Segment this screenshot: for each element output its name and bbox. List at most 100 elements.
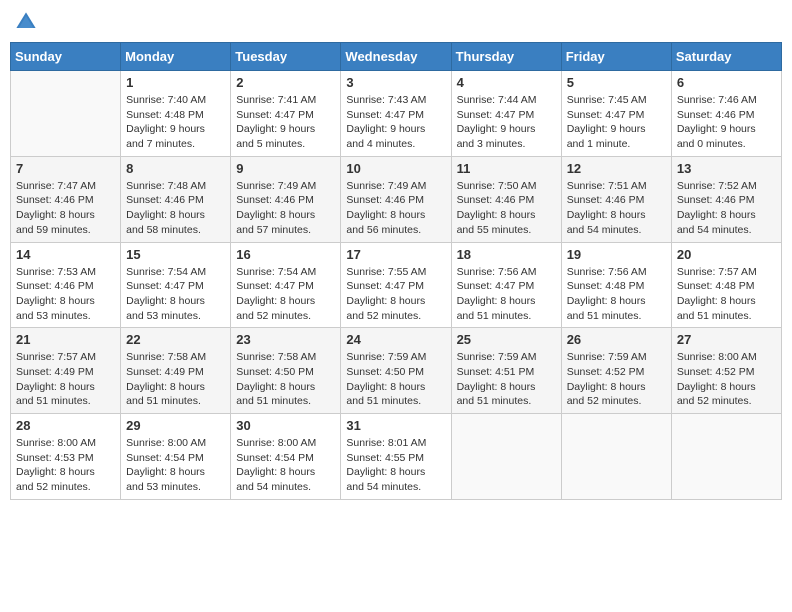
- day-number: 9: [236, 161, 335, 176]
- day-number: 4: [457, 75, 556, 90]
- cell-content: Sunrise: 7:53 AM Sunset: 4:46 PM Dayligh…: [16, 265, 115, 324]
- calendar-cell: 14 Sunrise: 7:53 AM Sunset: 4:46 PM Dayli…: [11, 242, 121, 328]
- weekday-header-monday: Monday: [121, 43, 231, 71]
- weekday-header-thursday: Thursday: [451, 43, 561, 71]
- calendar-cell: 15 Sunrise: 7:54 AM Sunset: 4:47 PM Dayli…: [121, 242, 231, 328]
- calendar-cell: 25 Sunrise: 7:59 AM Sunset: 4:51 PM Dayli…: [451, 328, 561, 414]
- weekday-header-row: SundayMondayTuesdayWednesdayThursdayFrid…: [11, 43, 782, 71]
- cell-content: Sunrise: 7:59 AM Sunset: 4:51 PM Dayligh…: [457, 350, 556, 409]
- weekday-header-tuesday: Tuesday: [231, 43, 341, 71]
- calendar-cell: [451, 414, 561, 500]
- calendar-cell: [671, 414, 781, 500]
- day-number: 26: [567, 332, 666, 347]
- day-number: 3: [346, 75, 445, 90]
- day-number: 7: [16, 161, 115, 176]
- cell-content: Sunrise: 7:52 AM Sunset: 4:46 PM Dayligh…: [677, 179, 776, 238]
- day-number: 30: [236, 418, 335, 433]
- day-number: 29: [126, 418, 225, 433]
- cell-content: Sunrise: 7:58 AM Sunset: 4:50 PM Dayligh…: [236, 350, 335, 409]
- cell-content: Sunrise: 7:47 AM Sunset: 4:46 PM Dayligh…: [16, 179, 115, 238]
- cell-content: Sunrise: 7:49 AM Sunset: 4:46 PM Dayligh…: [236, 179, 335, 238]
- day-number: 19: [567, 247, 666, 262]
- calendar-table: SundayMondayTuesdayWednesdayThursdayFrid…: [10, 42, 782, 500]
- cell-content: Sunrise: 7:40 AM Sunset: 4:48 PM Dayligh…: [126, 93, 225, 152]
- calendar-cell: 19 Sunrise: 7:56 AM Sunset: 4:48 PM Dayli…: [561, 242, 671, 328]
- calendar-cell: 9 Sunrise: 7:49 AM Sunset: 4:46 PM Daylig…: [231, 156, 341, 242]
- day-number: 5: [567, 75, 666, 90]
- calendar-cell: 10 Sunrise: 7:49 AM Sunset: 4:46 PM Dayli…: [341, 156, 451, 242]
- weekday-header-sunday: Sunday: [11, 43, 121, 71]
- day-number: 14: [16, 247, 115, 262]
- day-number: 15: [126, 247, 225, 262]
- day-number: 13: [677, 161, 776, 176]
- day-number: 1: [126, 75, 225, 90]
- calendar-cell: 5 Sunrise: 7:45 AM Sunset: 4:47 PM Daylig…: [561, 71, 671, 157]
- day-number: 8: [126, 161, 225, 176]
- cell-content: Sunrise: 7:59 AM Sunset: 4:50 PM Dayligh…: [346, 350, 445, 409]
- cell-content: Sunrise: 7:54 AM Sunset: 4:47 PM Dayligh…: [236, 265, 335, 324]
- logo-icon: [14, 10, 38, 34]
- calendar-cell: 11 Sunrise: 7:50 AM Sunset: 4:46 PM Dayli…: [451, 156, 561, 242]
- day-number: 10: [346, 161, 445, 176]
- cell-content: Sunrise: 7:45 AM Sunset: 4:47 PM Dayligh…: [567, 93, 666, 152]
- cell-content: Sunrise: 7:51 AM Sunset: 4:46 PM Dayligh…: [567, 179, 666, 238]
- cell-content: Sunrise: 7:56 AM Sunset: 4:47 PM Dayligh…: [457, 265, 556, 324]
- cell-content: Sunrise: 7:49 AM Sunset: 4:46 PM Dayligh…: [346, 179, 445, 238]
- cell-content: Sunrise: 7:54 AM Sunset: 4:47 PM Dayligh…: [126, 265, 225, 324]
- calendar-row-0: 1 Sunrise: 7:40 AM Sunset: 4:48 PM Daylig…: [11, 71, 782, 157]
- calendar-cell: 21Sunrise: 7:57 AM Sunset: 4:49 PM Dayli…: [11, 328, 121, 414]
- calendar-cell: 17 Sunrise: 7:55 AM Sunset: 4:47 PM Dayli…: [341, 242, 451, 328]
- cell-content: Sunrise: 8:00 AM Sunset: 4:53 PM Dayligh…: [16, 436, 115, 495]
- cell-content: Sunrise: 7:56 AM Sunset: 4:48 PM Dayligh…: [567, 265, 666, 324]
- page-header: [10, 10, 782, 34]
- day-number: 23: [236, 332, 335, 347]
- calendar-row-4: 28 Sunrise: 8:00 AM Sunset: 4:53 PM Dayli…: [11, 414, 782, 500]
- calendar-row-1: 7 Sunrise: 7:47 AM Sunset: 4:46 PM Daylig…: [11, 156, 782, 242]
- cell-content: Sunrise: 8:00 AM Sunset: 4:54 PM Dayligh…: [236, 436, 335, 495]
- day-number: 21: [16, 332, 115, 347]
- calendar-cell: 7 Sunrise: 7:47 AM Sunset: 4:46 PM Daylig…: [11, 156, 121, 242]
- day-number: 6: [677, 75, 776, 90]
- calendar-row-2: 14 Sunrise: 7:53 AM Sunset: 4:46 PM Dayli…: [11, 242, 782, 328]
- calendar-cell: 20 Sunrise: 7:57 AM Sunset: 4:48 PM Dayli…: [671, 242, 781, 328]
- cell-content: Sunrise: 8:00 AM Sunset: 4:52 PM Dayligh…: [677, 350, 776, 409]
- cell-content: Sunrise: 7:57 AM Sunset: 4:48 PM Dayligh…: [677, 265, 776, 324]
- day-number: 11: [457, 161, 556, 176]
- calendar-row-3: 21Sunrise: 7:57 AM Sunset: 4:49 PM Dayli…: [11, 328, 782, 414]
- cell-content: Sunrise: 7:41 AM Sunset: 4:47 PM Dayligh…: [236, 93, 335, 152]
- cell-content: Sunrise: 7:55 AM Sunset: 4:47 PM Dayligh…: [346, 265, 445, 324]
- day-number: 28: [16, 418, 115, 433]
- calendar-cell: 2Sunrise: 7:41 AM Sunset: 4:47 PM Daylig…: [231, 71, 341, 157]
- weekday-header-saturday: Saturday: [671, 43, 781, 71]
- calendar-cell: 18Sunrise: 7:56 AM Sunset: 4:47 PM Dayli…: [451, 242, 561, 328]
- day-number: 25: [457, 332, 556, 347]
- cell-content: Sunrise: 7:43 AM Sunset: 4:47 PM Dayligh…: [346, 93, 445, 152]
- cell-content: Sunrise: 7:59 AM Sunset: 4:52 PM Dayligh…: [567, 350, 666, 409]
- calendar-cell: 1 Sunrise: 7:40 AM Sunset: 4:48 PM Daylig…: [121, 71, 231, 157]
- calendar-cell: [11, 71, 121, 157]
- calendar-cell: 12Sunrise: 7:51 AM Sunset: 4:46 PM Dayli…: [561, 156, 671, 242]
- weekday-header-wednesday: Wednesday: [341, 43, 451, 71]
- day-number: 22: [126, 332, 225, 347]
- calendar-cell: 22 Sunrise: 7:58 AM Sunset: 4:49 PM Dayli…: [121, 328, 231, 414]
- calendar-cell: 27Sunrise: 8:00 AM Sunset: 4:52 PM Dayli…: [671, 328, 781, 414]
- calendar-cell: 23 Sunrise: 7:58 AM Sunset: 4:50 PM Dayli…: [231, 328, 341, 414]
- calendar-cell: 31Sunrise: 8:01 AM Sunset: 4:55 PM Dayli…: [341, 414, 451, 500]
- logo: [14, 10, 42, 34]
- day-number: 17: [346, 247, 445, 262]
- day-number: 16: [236, 247, 335, 262]
- calendar-cell: 29Sunrise: 8:00 AM Sunset: 4:54 PM Dayli…: [121, 414, 231, 500]
- calendar-cell: 8 Sunrise: 7:48 AM Sunset: 4:46 PM Daylig…: [121, 156, 231, 242]
- weekday-header-friday: Friday: [561, 43, 671, 71]
- calendar-cell: 3 Sunrise: 7:43 AM Sunset: 4:47 PM Daylig…: [341, 71, 451, 157]
- calendar-cell: 24Sunrise: 7:59 AM Sunset: 4:50 PM Dayli…: [341, 328, 451, 414]
- calendar-cell: 26 Sunrise: 7:59 AM Sunset: 4:52 PM Dayli…: [561, 328, 671, 414]
- cell-content: Sunrise: 7:44 AM Sunset: 4:47 PM Dayligh…: [457, 93, 556, 152]
- cell-content: Sunrise: 8:01 AM Sunset: 4:55 PM Dayligh…: [346, 436, 445, 495]
- cell-content: Sunrise: 7:50 AM Sunset: 4:46 PM Dayligh…: [457, 179, 556, 238]
- cell-content: Sunrise: 7:48 AM Sunset: 4:46 PM Dayligh…: [126, 179, 225, 238]
- cell-content: Sunrise: 7:58 AM Sunset: 4:49 PM Dayligh…: [126, 350, 225, 409]
- calendar-cell: 28 Sunrise: 8:00 AM Sunset: 4:53 PM Dayli…: [11, 414, 121, 500]
- calendar-cell: 6Sunrise: 7:46 AM Sunset: 4:46 PM Daylig…: [671, 71, 781, 157]
- day-number: 20: [677, 247, 776, 262]
